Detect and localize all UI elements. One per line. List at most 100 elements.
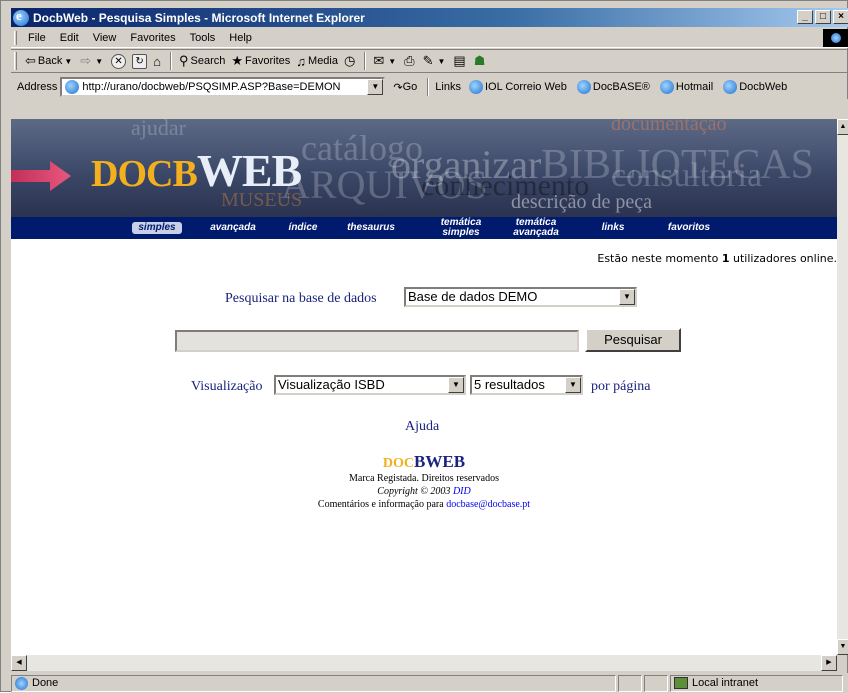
online-users-status: Estão neste momento 1 utilizadores onlin… <box>597 252 837 265</box>
menu-help[interactable]: Help <box>222 32 259 44</box>
link-page-icon <box>659 80 674 94</box>
zone-text: Local intranet <box>692 677 759 689</box>
link-page-icon <box>468 80 483 94</box>
email-link[interactable]: docbase@docbase.pt <box>446 499 530 510</box>
footer-contact: Comentários e informação para docbase@do… <box>317 499 531 510</box>
toolbar-grip <box>14 52 17 70</box>
nav-thesaurus[interactable]: thesaurus <box>337 217 405 239</box>
stop-button[interactable]: ✕ <box>108 51 129 71</box>
page-footer: DOCBWEB Marca Registada. Direitos reserv… <box>11 452 837 511</box>
banner-arrow-icon <box>11 161 71 191</box>
banner-word: documentação <box>611 119 727 135</box>
docbweb-banner: ajudar catálogo organizar BIBLIOTECAS do… <box>11 119 837 217</box>
footer-copyright: Copyright © 2003 DID <box>377 486 471 497</box>
close-button[interactable]: × <box>833 10 848 24</box>
view-format-select[interactable]: Visualização ISBD ▼ <box>274 375 466 395</box>
menu-grip <box>14 30 17 45</box>
edit-dropdown-icon[interactable]: ▼ <box>437 57 445 66</box>
footer-logo: DOCBWEB <box>382 452 466 471</box>
standard-toolbar: ⇦ Back ▼ ⇨ ▼ ✕ ↻ ⌂ ⚲ Search ★ Favorites … <box>11 49 848 73</box>
media-button[interactable]: ♫ Media <box>293 51 341 71</box>
menu-tools[interactable]: Tools <box>183 32 223 44</box>
nav-simples[interactable]: simples <box>129 217 185 239</box>
nav-indice[interactable]: índice <box>279 217 327 239</box>
view-label: Visualização <box>191 379 263 394</box>
docbweb-logo: DOCBWEB <box>91 145 302 196</box>
nav-tematica-simples[interactable]: temática simples <box>431 217 491 239</box>
history-icon: ◷ <box>344 53 356 68</box>
help-link[interactable]: Ajuda <box>405 419 439 435</box>
toolbar-separator <box>169 52 172 70</box>
discuss-button[interactable]: ▤ <box>450 51 470 71</box>
back-arrow-icon: ⇦ <box>25 53 36 68</box>
database-select[interactable]: Base de dados DEMO ▼ <box>404 287 637 307</box>
refresh-button[interactable]: ↻ <box>129 51 150 71</box>
link-label: DocBASE® <box>592 81 650 93</box>
forward-button[interactable]: ⇨ ▼ <box>77 51 108 71</box>
search-button[interactable]: ⚲ Search <box>176 51 228 71</box>
window-controls: _ □ × <box>795 10 848 24</box>
menu-edit[interactable]: Edit <box>53 32 86 44</box>
minimize-button[interactable]: _ <box>797 10 813 24</box>
favorites-icon: ★ <box>231 53 244 68</box>
menu-bar: File Edit View Favorites Tools Help <box>11 28 848 48</box>
nav-avancada[interactable]: avançada <box>203 217 263 239</box>
nav-links[interactable]: links <box>593 217 633 239</box>
favorites-button[interactable]: ★ Favorites <box>228 51 293 71</box>
back-label: Back <box>37 55 63 67</box>
scroll-left-icon[interactable]: ◀ <box>11 655 27 671</box>
windows-logo-icon <box>823 29 848 47</box>
mail-button[interactable]: ✉ ▼ <box>370 51 401 71</box>
link-iol-correio[interactable]: IOL Correio Web <box>468 80 567 94</box>
refresh-icon: ↻ <box>132 53 148 69</box>
nav-bar: simples avançada índice thesaurus temáti… <box>11 217 837 239</box>
links-separator <box>427 78 430 96</box>
link-page-icon <box>723 80 738 94</box>
scroll-down-icon[interactable]: ▼ <box>837 639 848 655</box>
address-dropdown-icon[interactable]: ▼ <box>367 79 384 95</box>
print-icon: ⎙ <box>404 53 415 68</box>
link-hotmail[interactable]: Hotmail <box>659 80 713 94</box>
scroll-right-icon[interactable]: ▶ <box>821 655 837 671</box>
did-link[interactable]: DID <box>453 486 471 497</box>
back-dropdown-icon[interactable]: ▼ <box>64 57 72 66</box>
search-input[interactable] <box>175 330 579 352</box>
messenger-icon: ☗ <box>473 53 486 68</box>
menu-file[interactable]: File <box>21 32 53 44</box>
mail-dropdown-icon[interactable]: ▼ <box>388 57 396 66</box>
print-button[interactable]: ⎙ <box>401 51 419 71</box>
scroll-up-icon[interactable]: ▲ <box>837 119 848 135</box>
edit-button[interactable]: ✎ ▼ <box>420 51 451 71</box>
status-text-cell: Done <box>11 674 616 692</box>
search-submit-button[interactable]: Pesquisar <box>585 328 681 352</box>
forward-dropdown-icon[interactable]: ▼ <box>95 57 103 66</box>
horizontal-scrollbar[interactable]: ◀ ▶ <box>11 655 837 671</box>
banner-word: ajudar <box>131 119 186 140</box>
nav-favoritos[interactable]: favoritos <box>659 217 719 239</box>
link-docbweb[interactable]: DocbWeb <box>723 80 787 94</box>
history-button[interactable]: ◷ <box>341 51 360 71</box>
go-button[interactable]: ↷ Go <box>393 81 417 94</box>
address-input[interactable]: http://urano/docbweb/PSQSIMP.ASP?Base=DE… <box>60 77 386 97</box>
vertical-scrollbar[interactable]: ▲ ▼ <box>837 119 848 655</box>
menu-favorites[interactable]: Favorites <box>123 32 182 44</box>
link-docbase[interactable]: DocBASE® <box>576 80 650 94</box>
page-viewport: ajudar catálogo organizar BIBLIOTECAS do… <box>11 119 837 655</box>
forward-arrow-icon: ⇨ <box>80 53 92 68</box>
home-button[interactable]: ⌂ <box>150 51 166 71</box>
title-bar: DocbWeb - Pesquisa Simples - Microsoft I… <box>11 8 848 27</box>
results-per-page-select[interactable]: 5 resultados ▼ <box>470 375 583 395</box>
media-icon: ♫ <box>296 53 307 69</box>
status-cell-empty <box>644 674 668 692</box>
messenger-button[interactable]: ☗ <box>471 51 491 71</box>
link-page-icon <box>576 80 591 94</box>
viewport-top-edge <box>11 99 848 119</box>
nav-tematica-avancada[interactable]: temática avançada <box>501 217 571 239</box>
go-arrow-icon: ↷ <box>393 81 403 94</box>
mail-icon: ✉ <box>373 53 385 68</box>
maximize-button[interactable]: □ <box>815 10 831 24</box>
discuss-icon: ▤ <box>453 53 466 68</box>
menu-view[interactable]: View <box>86 32 124 44</box>
search-icon: ⚲ <box>178 53 189 68</box>
back-button[interactable]: ⇦ Back ▼ <box>22 51 77 71</box>
